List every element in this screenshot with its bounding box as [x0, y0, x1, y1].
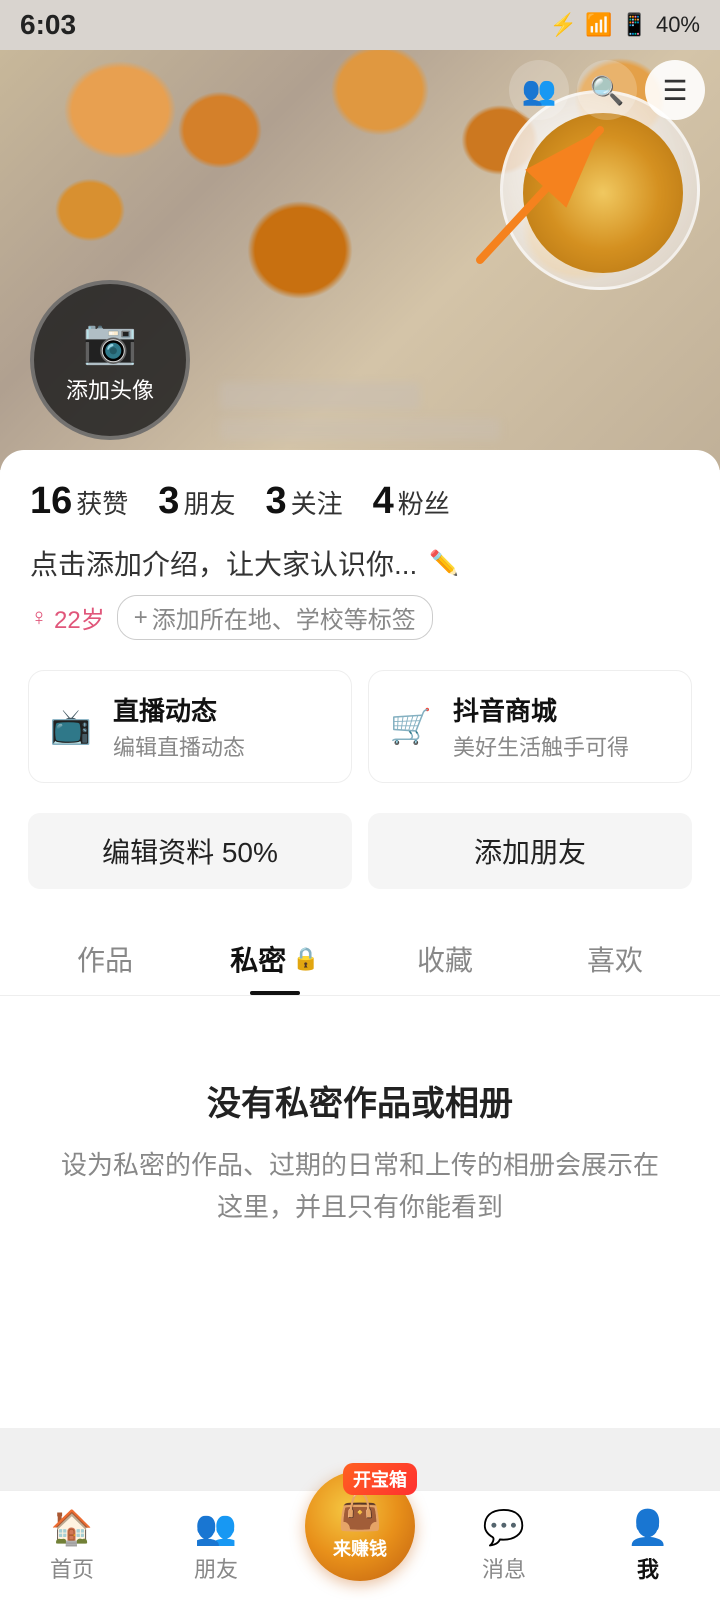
tabs-row: 作品 私密 🔒 收藏 喜欢: [0, 919, 720, 996]
lock-icon: 🔒: [292, 946, 319, 972]
earn-button[interactable]: 开宝箱 👜 来赚钱: [305, 1471, 415, 1581]
signal-icon: 📱: [621, 12, 648, 38]
shop-subtitle: 美好生活触手可得: [453, 730, 629, 762]
tab-collections-label: 收藏: [417, 939, 473, 979]
stat-followers[interactable]: 4 粉丝: [373, 480, 450, 523]
earn-icon: 👜: [338, 1491, 383, 1533]
profile-banner: 👥 🔍 ☰ 📷 添加头像: [0, 50, 720, 470]
shop-title: 抖音商城: [453, 691, 629, 728]
search-icon: 🔍: [590, 74, 625, 107]
likes-label: 获赞: [76, 484, 128, 521]
nav-earn[interactable]: 开宝箱 👜 来赚钱: [288, 1511, 432, 1581]
followers-label: 粉丝: [398, 484, 450, 521]
edit-profile-button[interactable]: 编辑资料 50%: [28, 813, 352, 889]
add-avatar-label: 添加头像: [66, 373, 154, 405]
add-tag-icon: +: [134, 604, 148, 632]
age-text: 22岁: [54, 600, 105, 635]
stat-likes[interactable]: 16 获赞: [30, 480, 128, 523]
battery-indicator: 40%: [656, 12, 700, 38]
earn-label: 来赚钱: [333, 1535, 387, 1561]
status-time: 6:03: [20, 9, 76, 41]
live-info: 直播动态 编辑直播动态: [113, 691, 245, 762]
live-icon: 📺: [45, 701, 97, 753]
avatar-section: 📷 添加头像: [30, 280, 190, 440]
bluetooth-icon: ⚡: [550, 12, 577, 38]
age-tag: ♀ 22岁: [30, 600, 105, 635]
add-avatar-button[interactable]: 📷 添加头像: [30, 280, 190, 440]
tab-likes[interactable]: 喜欢: [530, 919, 700, 995]
following-count: 3: [265, 480, 286, 523]
add-tag-label: 添加所在地、学校等标签: [152, 600, 416, 635]
likes-count: 16: [30, 480, 72, 523]
edit-bio-icon[interactable]: ✏️: [429, 549, 459, 578]
add-friend-button[interactable]: 添加朋友: [368, 813, 692, 889]
userid-blurred: [220, 418, 500, 440]
messages-icon: 💬: [483, 1508, 525, 1548]
gender-icon: ♀: [30, 604, 48, 632]
username-area: [220, 382, 680, 440]
me-label: 我: [637, 1552, 659, 1584]
friends-nav-icon: 👥: [195, 1508, 237, 1548]
live-feature-card[interactable]: 📺 直播动态 编辑直播动态: [28, 670, 352, 783]
action-buttons: 编辑资料 50% 添加朋友: [0, 803, 720, 909]
main-content: 16 获赞 3 朋友 3 关注 4 粉丝 点击添加介绍，让大家认识你... ✏️…: [0, 450, 720, 1428]
live-subtitle: 编辑直播动态: [113, 730, 245, 762]
me-icon: 👤: [627, 1508, 669, 1548]
tab-works[interactable]: 作品: [20, 919, 190, 995]
nav-me[interactable]: 👤 我: [576, 1508, 720, 1584]
status-icons: ⚡ 📶 📱 40%: [550, 12, 700, 38]
empty-title: 没有私密作品或相册: [60, 1076, 660, 1125]
stats-row: 16 获赞 3 朋友 3 关注 4 粉丝: [0, 450, 720, 533]
shop-info: 抖音商城 美好生活触手可得: [453, 691, 629, 762]
tab-works-label: 作品: [77, 939, 133, 979]
home-icon: 🏠: [51, 1508, 93, 1548]
earn-badge: 开宝箱: [343, 1463, 417, 1495]
friends-button[interactable]: 👥: [509, 60, 569, 120]
friends-nav-label: 朋友: [194, 1552, 238, 1584]
empty-description: 设为私密的作品、过期的日常和上传的相册会展示在这里，并且只有你能看到: [60, 1145, 660, 1228]
username-blurred: [220, 382, 420, 410]
friends-icon: 👥: [522, 74, 557, 107]
menu-button[interactable]: ☰: [645, 60, 705, 120]
header-actions: 👥 🔍 ☰: [509, 60, 705, 120]
nav-friends[interactable]: 👥 朋友: [144, 1508, 288, 1584]
bottom-nav: 🏠 首页 👥 朋友 开宝箱 👜 来赚钱 💬 消息 👤 我: [0, 1490, 720, 1600]
friends-label: 朋友: [183, 484, 235, 521]
nav-home[interactable]: 🏠 首页: [0, 1508, 144, 1584]
followers-count: 4: [373, 480, 394, 523]
nav-messages[interactable]: 💬 消息: [432, 1508, 576, 1584]
shop-feature-card[interactable]: 🛒 抖音商城 美好生活触手可得: [368, 670, 692, 783]
tab-likes-label: 喜欢: [587, 939, 643, 979]
stat-following[interactable]: 3 关注: [265, 480, 342, 523]
stat-friends[interactable]: 3 朋友: [158, 480, 235, 523]
add-tag-button[interactable]: + 添加所在地、学校等标签: [117, 595, 433, 640]
wifi-icon: 📶: [585, 12, 612, 38]
bottom-spacer: [0, 1288, 720, 1408]
shop-icon: 🛒: [385, 701, 437, 753]
tab-private[interactable]: 私密 🔒: [190, 919, 360, 995]
feature-cards: 📺 直播动态 编辑直播动态 🛒 抖音商城 美好生活触手可得: [0, 660, 720, 803]
empty-state: 没有私密作品或相册 设为私密的作品、过期的日常和上传的相册会展示在这里，并且只有…: [0, 996, 720, 1288]
tab-private-label: 私密: [230, 939, 286, 979]
messages-label: 消息: [482, 1552, 526, 1584]
tags-section: ♀ 22岁 + 添加所在地、学校等标签: [0, 595, 720, 660]
live-title: 直播动态: [113, 691, 245, 728]
home-label: 首页: [50, 1552, 94, 1584]
tab-collections[interactable]: 收藏: [360, 919, 530, 995]
camera-icon: 📷: [83, 315, 138, 367]
friends-count: 3: [158, 480, 179, 523]
following-label: 关注: [291, 484, 343, 521]
fruit-bowl: [500, 90, 700, 290]
bio-text: 点击添加介绍，让大家认识你...: [30, 543, 417, 583]
status-bar: 6:03 ⚡ 📶 📱 40%: [0, 0, 720, 50]
bio-section[interactable]: 点击添加介绍，让大家认识你... ✏️: [0, 533, 720, 595]
menu-icon: ☰: [662, 74, 687, 107]
search-button[interactable]: 🔍: [577, 60, 637, 120]
